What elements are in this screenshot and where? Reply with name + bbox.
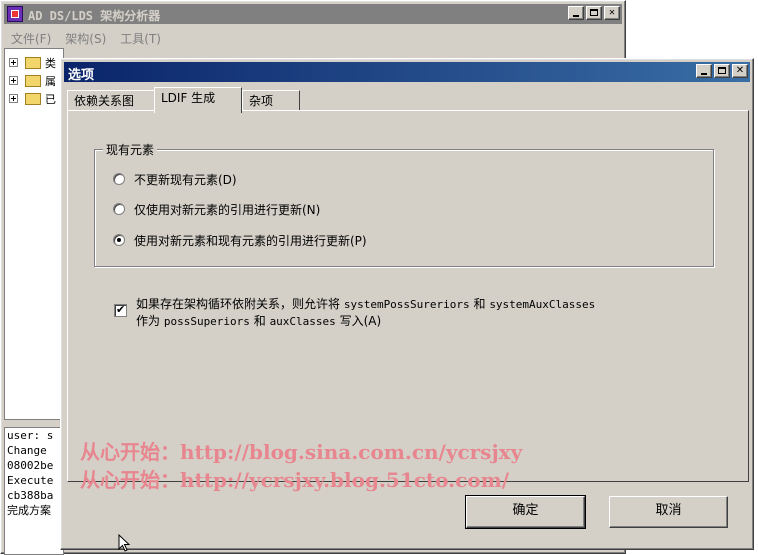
log-line: 08002be [7,459,54,472]
radio-button-icon[interactable] [113,203,125,215]
radio-no-update[interactable]: 不更新现有元素(D) [113,170,237,188]
checkbox-text: 和 [249,314,270,328]
expand-icon[interactable] [9,58,18,67]
checkbox-text: 作为 [136,314,164,328]
folder-icon [25,75,41,87]
menu-schema[interactable]: 架构(S) [58,27,113,47]
app-title: AD DS/LDS 架构分析器 [28,9,161,23]
tab-ldif-generation[interactable]: LDIF 生成 [154,87,242,113]
radio-update-new-and-existing-refs[interactable]: 使用对新元素和现有元素的引用进行更新(P) [113,231,367,249]
log-line: Change [7,444,47,457]
menu-file[interactable]: 文件(F) [4,27,58,47]
app-menu-bar: 文件(F) 架构(S) 工具(T) [4,27,168,47]
existing-elements-group: 现有元素 不更新现有元素(D) 仅使用对新元素的引用进行更新(N) 使用对新元素… [94,141,714,267]
checkbox-label: 如果存在架构循环依附关系，则允许将 systemPossSureriors 和 … [136,296,595,330]
attr-system-aux-classes: systemAuxClasses [489,298,596,311]
dialog-title: 选项 [68,68,95,83]
folder-icon [25,57,41,69]
tab-dependency-graph[interactable]: 依赖关系图 [67,90,155,111]
tree-node-label: 属 [45,75,56,88]
app-maximize-button[interactable] [586,6,602,20]
radio-button-selected-icon[interactable] [113,234,125,246]
app-close-button[interactable] [604,6,620,20]
radio-label: 使用对新元素和现有元素的引用进行更新(P) [134,233,367,248]
log-line: Execute [7,474,54,487]
radio-update-new-refs[interactable]: 仅使用对新元素的引用进行更新(N) [113,200,320,218]
radio-label: 不更新现有元素(D) [134,172,237,187]
radio-button-icon[interactable] [113,173,125,185]
dialog-title-bar[interactable]: 选项 [64,62,750,83]
tree-node-label: 已 [45,93,56,106]
tab-page-ldif: 现有元素 不更新现有元素(D) 仅使用对新元素的引用进行更新(N) 使用对新元素… [67,110,749,482]
dialog-maximize-button[interactable] [714,64,730,78]
tab-misc[interactable]: 杂项 [242,90,300,111]
folder-icon [25,93,41,105]
dialog-minimize-button[interactable] [696,64,712,78]
allow-circular-dependency-checkbox[interactable]: 如果存在架构循环依附关系，则允许将 systemPossSureriors 和 … [114,296,595,330]
expand-icon[interactable] [9,94,18,103]
log-line: user: s [7,429,54,442]
attr-poss-superiors: possSuperiors [163,315,250,328]
checkbox-text: 如果存在架构循环依附关系，则允许将 [136,297,344,311]
ok-button[interactable]: 确定 [465,495,586,529]
dialog-close-button[interactable] [732,64,748,78]
options-dialog: 选项 依赖关系图 LDIF 生成 杂项 现有元素 不更新现有元素(D) 仅使用对… [60,58,754,550]
group-legend: 现有元素 [103,141,158,158]
checkbox-text: 写入(A) [335,314,382,328]
app-icon [7,6,23,22]
radio-label: 仅使用对新元素的引用进行更新(N) [134,202,321,217]
checkbox-checked-icon[interactable] [114,303,127,317]
mouse-cursor-icon [118,534,130,552]
attr-aux-classes: auxClasses [269,315,336,328]
checkbox-text: 和 [469,297,490,311]
app-minimize-button[interactable] [568,6,584,20]
expand-icon[interactable] [9,76,18,85]
cancel-button[interactable]: 取消 [609,496,728,528]
log-line: cb388ba [7,489,54,502]
schema-tree[interactable]: 类 属 已 [4,48,64,420]
app-title-bar[interactable]: AD DS/LDS 架构分析器 [4,4,622,24]
log-line: 完成方案 [7,504,51,517]
tree-node-label: 类 [45,57,56,70]
attr-system-poss-superiors: systemPossSureriors [343,298,470,311]
menu-tools[interactable]: 工具(T) [113,27,168,47]
output-log[interactable]: user: s Change 08002be Execute cb388ba 完… [4,427,64,555]
